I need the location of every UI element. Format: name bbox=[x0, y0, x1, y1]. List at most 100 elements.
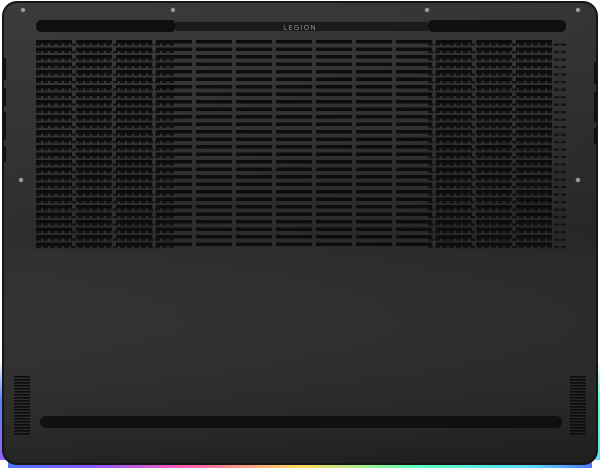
vent-slot bbox=[236, 92, 272, 96]
vent-slot bbox=[276, 70, 312, 74]
fan-mesh-slot bbox=[505, 171, 510, 174]
fan-mesh-slot bbox=[120, 51, 125, 54]
fan-mesh-slot bbox=[141, 223, 146, 226]
vent-slot bbox=[276, 220, 312, 224]
vent-slot bbox=[356, 40, 392, 44]
vent-slot bbox=[116, 160, 152, 164]
fan-mesh-slot bbox=[435, 133, 440, 136]
vent-slot bbox=[396, 122, 432, 126]
fan-mesh-slot bbox=[505, 201, 510, 204]
vent-slot bbox=[76, 220, 112, 224]
fan-mesh-slot bbox=[456, 66, 461, 69]
fan-mesh-slot bbox=[120, 246, 125, 249]
fan-mesh-slot bbox=[561, 246, 566, 249]
fan-mesh-slot bbox=[484, 246, 489, 249]
fan-mesh-slot bbox=[148, 126, 153, 129]
vent-slot bbox=[436, 70, 472, 74]
vent-slot bbox=[516, 167, 552, 171]
corner-vent-slot bbox=[570, 391, 586, 393]
fan-mesh-slot bbox=[50, 246, 55, 249]
vent-slot bbox=[436, 77, 472, 81]
vent-slot bbox=[436, 152, 472, 156]
fan-mesh-slot bbox=[78, 193, 83, 196]
vent-slot bbox=[36, 205, 72, 209]
fan-mesh-slot bbox=[71, 178, 76, 181]
fan-mesh-slot bbox=[561, 103, 566, 106]
corner-vent-slot bbox=[14, 376, 30, 378]
fan-mesh-slot bbox=[169, 223, 174, 226]
vent-slot bbox=[316, 107, 352, 111]
fan-mesh-slot bbox=[547, 66, 552, 69]
vent-slot bbox=[396, 40, 432, 44]
fan-mesh-slot bbox=[141, 201, 146, 204]
fan-mesh-slot bbox=[505, 81, 510, 84]
vent-slot bbox=[36, 227, 72, 231]
fan-mesh-slot bbox=[127, 231, 132, 234]
vent-slot bbox=[76, 137, 112, 141]
fan-mesh-slot bbox=[127, 178, 132, 181]
fan-mesh-slot bbox=[456, 126, 461, 129]
fan-mesh-slot bbox=[92, 88, 97, 91]
fan-mesh-slot bbox=[43, 43, 48, 46]
fan-mesh-slot bbox=[540, 163, 545, 166]
fan-mesh-slot bbox=[78, 51, 83, 54]
fan-mesh-slot bbox=[547, 126, 552, 129]
fan-mesh-slot bbox=[561, 223, 566, 226]
vent-slot bbox=[36, 130, 72, 134]
fan-mesh-slot bbox=[57, 141, 62, 144]
vent-slot bbox=[356, 92, 392, 96]
fan-mesh-slot bbox=[127, 186, 132, 189]
fan-mesh-slot bbox=[71, 141, 76, 144]
fan-mesh-slot bbox=[477, 186, 482, 189]
vent-slot bbox=[276, 227, 312, 231]
fan-mesh-slot bbox=[134, 118, 139, 121]
fan-mesh-slot bbox=[428, 231, 433, 234]
fan-mesh-slot bbox=[85, 186, 90, 189]
vent-slot bbox=[476, 122, 512, 126]
fan-mesh-slot bbox=[141, 103, 146, 106]
fan-mesh-slot bbox=[106, 186, 111, 189]
fan-mesh-slot bbox=[78, 186, 83, 189]
fan-mesh-slot bbox=[99, 148, 104, 151]
fan-mesh-slot bbox=[470, 201, 475, 204]
fan-mesh-slot bbox=[50, 238, 55, 241]
vent-slot bbox=[116, 220, 152, 224]
fan-mesh-slot bbox=[428, 186, 433, 189]
fan-mesh-slot bbox=[428, 81, 433, 84]
fan-mesh-slot bbox=[50, 186, 55, 189]
fan-mesh-slot bbox=[540, 96, 545, 99]
fan-mesh-slot bbox=[148, 58, 153, 61]
fan-mesh-slot bbox=[155, 73, 160, 76]
fan-mesh-slot bbox=[449, 96, 454, 99]
vent-slot bbox=[116, 115, 152, 119]
fan-mesh-slot bbox=[155, 156, 160, 159]
fan-mesh-slot bbox=[477, 58, 482, 61]
fan-mesh-slot bbox=[470, 208, 475, 211]
fan-mesh-slot bbox=[498, 156, 503, 159]
fan-mesh-slot bbox=[43, 81, 48, 84]
fan-mesh-slot bbox=[428, 126, 433, 129]
fan-mesh-slot bbox=[134, 223, 139, 226]
fan-mesh-slot bbox=[533, 156, 538, 159]
corner-vent-slot bbox=[14, 388, 30, 390]
fan-mesh-slot bbox=[162, 103, 167, 106]
fan-mesh-slot bbox=[43, 178, 48, 181]
fan-mesh-slot bbox=[92, 133, 97, 136]
fan-mesh-slot bbox=[428, 148, 433, 151]
fan-mesh-slot bbox=[526, 216, 531, 219]
fan-mesh-slot bbox=[477, 163, 482, 166]
vent-slot bbox=[236, 77, 272, 81]
fan-mesh-slot bbox=[162, 66, 167, 69]
fan-mesh-slot bbox=[547, 223, 552, 226]
fan-mesh-slot bbox=[561, 186, 566, 189]
fan-mesh-slot bbox=[512, 73, 517, 76]
fan-mesh-slot bbox=[428, 156, 433, 159]
vent-slot bbox=[196, 197, 232, 201]
fan-mesh-slot bbox=[484, 103, 489, 106]
fan-mesh-slot bbox=[99, 163, 104, 166]
fan-mesh-slot bbox=[533, 133, 538, 136]
fan-mesh-slot bbox=[428, 43, 433, 46]
fan-mesh-slot bbox=[561, 238, 566, 241]
fan-mesh-slot bbox=[50, 163, 55, 166]
fan-mesh-slot bbox=[78, 223, 83, 226]
